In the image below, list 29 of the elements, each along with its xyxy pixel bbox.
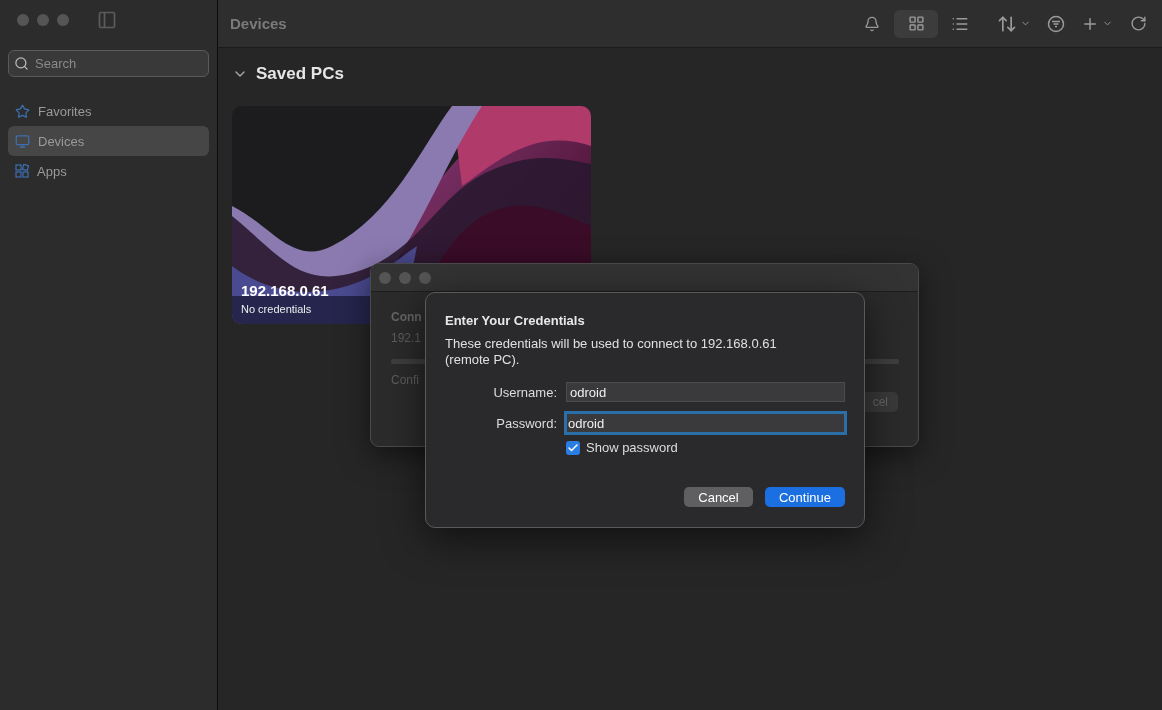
field-label: Password: (495, 415, 557, 431)
sidebar-item[interactable]: Devices (8, 126, 209, 156)
filter-icon (1047, 14, 1065, 33)
pc-name: 192.168.0.61 (241, 282, 329, 299)
sidebar-toggle-icon[interactable] (97, 10, 117, 30)
dialog-title: Enter Your Credentials (445, 313, 586, 328)
pc-status: No credentials (241, 303, 313, 315)
star-icon (15, 103, 30, 119)
field-label: Username: (492, 384, 557, 400)
search-field[interactable]: Search (8, 50, 209, 77)
monitor-icon (15, 133, 30, 149)
window-title: Devices (230, 15, 288, 32)
apps-icon (15, 164, 29, 178)
cancel-button[interactable]: Cancel (684, 487, 753, 507)
connecting-heading: Conn (391, 310, 422, 324)
bell-icon (864, 15, 880, 32)
grid-icon (907, 15, 925, 32)
continue-button[interactable]: Continue (765, 487, 845, 507)
dialog-message: These credentials will be used to connect to 192.168.0.61 (remote PC). (445, 336, 778, 368)
checkbox[interactable] (566, 440, 580, 455)
input-field[interactable]: odroid (564, 411, 847, 435)
sidebar-item[interactable]: Apps (8, 156, 209, 186)
refresh-icon (1129, 15, 1147, 32)
sidebar-item[interactable]: Favorites (8, 96, 209, 126)
checkbox-label: Show password (586, 440, 678, 455)
toolbar-button[interactable] (894, 9, 938, 38)
input-field[interactable]: odroid (566, 382, 845, 402)
search-icon (14, 56, 29, 71)
section-title: Saved PCs (256, 64, 344, 84)
